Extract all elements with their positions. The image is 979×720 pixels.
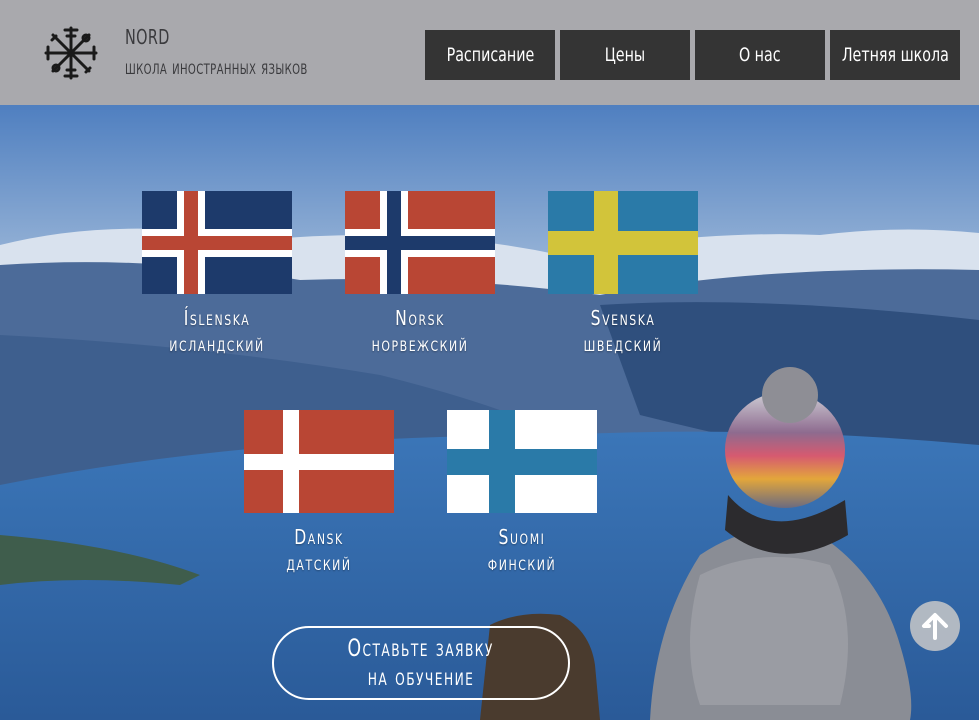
language-russian: исландский xyxy=(169,332,265,356)
language-denmark[interactable]: Dansk датский xyxy=(219,524,419,576)
nav-summer-school-label: Летняя школа xyxy=(841,44,949,66)
apply-button-line2: на обучение xyxy=(367,663,475,691)
language-native: Svenska xyxy=(590,306,656,330)
language-native: Suomi xyxy=(498,525,546,549)
language-iceland[interactable]: Íslenska исландский xyxy=(117,305,317,357)
apply-button[interactable]: Оставьте заявку на обучение xyxy=(272,626,570,700)
denmark-flag[interactable] xyxy=(244,410,394,513)
brand-tagline: школа иностранных языков xyxy=(125,55,308,79)
arrow-up-icon xyxy=(922,613,948,640)
apply-button-line1: Оставьте заявку xyxy=(347,634,495,662)
brand[interactable]: NORD школа иностранных языков xyxy=(125,22,308,82)
language-native: Norsk xyxy=(395,306,445,330)
nav-about-button[interactable]: О нас xyxy=(695,30,825,80)
language-finland[interactable]: Suomi финский xyxy=(422,524,622,576)
language-russian: шведский xyxy=(583,332,663,356)
nav-prices-label: Цены xyxy=(604,44,646,66)
iceland-flag[interactable] xyxy=(142,191,292,294)
language-russian: норвежский xyxy=(371,332,469,356)
nav-schedule-button[interactable]: Расписание xyxy=(425,30,555,80)
language-native: Dansk xyxy=(294,525,344,549)
nav-summer-school-button[interactable]: Летняя школа xyxy=(830,30,960,80)
language-russian: датский xyxy=(286,551,352,575)
nav-about-label: О нас xyxy=(739,44,781,66)
language-sweden[interactable]: Svenska шведский xyxy=(523,305,723,357)
sweden-flag[interactable] xyxy=(548,191,698,294)
language-norway[interactable]: Norsk норвежский xyxy=(320,305,520,357)
scroll-to-top-button[interactable] xyxy=(910,601,960,651)
brand-name: NORD xyxy=(125,25,170,49)
hero-section: Íslenska исландский Norsk норвежский Sve… xyxy=(0,105,979,720)
language-russian: финский xyxy=(487,551,557,575)
nav-prices-button[interactable]: Цены xyxy=(560,30,690,80)
site-header: NORD школа иностранных языков Расписание… xyxy=(0,0,979,105)
finland-flag[interactable] xyxy=(447,410,597,513)
nav-schedule-label: Расписание xyxy=(446,44,534,66)
norway-flag[interactable] xyxy=(345,191,495,294)
language-native: Íslenska xyxy=(183,306,251,330)
main-nav: Расписание Цены О нас Летняя школа xyxy=(425,30,960,80)
vegvisir-icon[interactable] xyxy=(42,24,100,82)
